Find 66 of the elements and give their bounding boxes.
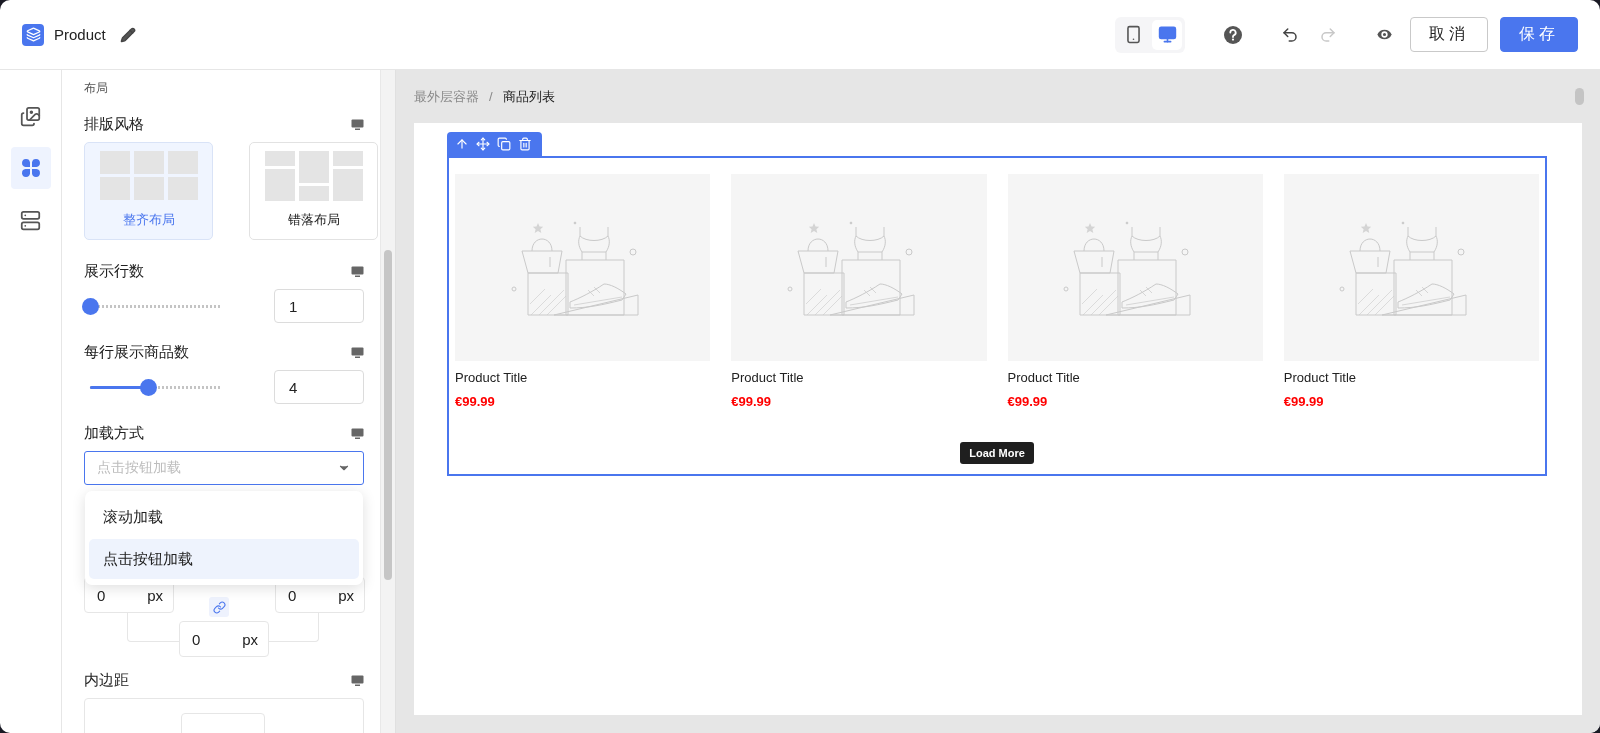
layout-option[interactable]: 错落布局 (249, 142, 378, 240)
copy-icon (497, 137, 511, 151)
masonry-layout-icon (264, 151, 363, 201)
copy-button[interactable] (497, 137, 511, 151)
logo-icon (22, 23, 44, 46)
field-label: 内边距 (84, 671, 129, 690)
product-price: €99.99 (455, 394, 496, 409)
monitor-icon (351, 346, 364, 359)
link-button[interactable] (209, 597, 229, 617)
monitor-icon (1157, 25, 1177, 44)
breadcrumb-separator: / (489, 89, 493, 104)
dropdown-option[interactable]: 滚动加载 (89, 497, 359, 537)
redo-icon (1319, 25, 1337, 44)
arrow-up-icon (455, 137, 469, 151)
unit-label: px (338, 586, 354, 604)
input-value: 0 (192, 630, 201, 648)
grid-layout-icon (99, 151, 198, 201)
input-value: 0 (97, 586, 106, 604)
delete-button[interactable] (518, 137, 532, 151)
monitor-icon (351, 674, 364, 687)
monitor-icon (351, 427, 364, 440)
monitor-icon (351, 118, 364, 131)
slider-thumb[interactable] (82, 297, 99, 315)
selected-component[interactable]: Product Title €99.99 Product Title €99.99 Product Title €99.99 Product Title €99.99 Load More (447, 156, 1547, 476)
section-title: 布局 (84, 80, 109, 97)
field-label: 排版风格 (84, 115, 144, 134)
number-input[interactable]: 4 (274, 370, 364, 404)
move-icon (476, 137, 490, 151)
scrollbar[interactable] (384, 250, 392, 580)
margin-input[interactable]: 0 px (179, 621, 269, 657)
unit-label: px (147, 586, 163, 604)
field-label: 加载方式 (84, 424, 144, 443)
cancel-button[interactable]: 取消 (1410, 17, 1488, 52)
slider-thumb[interactable] (140, 378, 158, 396)
list-icon (20, 209, 41, 231)
link-icon (212, 600, 226, 614)
layout-option[interactable]: 整齐布局 (84, 142, 213, 240)
product-price: €99.99 (1283, 394, 1325, 409)
scrollbar[interactable] (1575, 88, 1584, 105)
input-value: 0 (288, 586, 297, 604)
product-title: Product Title (455, 370, 529, 385)
page-title: Product (54, 26, 106, 43)
field-label: 每行展示商品数 (84, 343, 189, 362)
breadcrumb-item[interactable]: 商品列表 (502, 87, 555, 106)
images-icon (20, 105, 41, 127)
dropdown-option[interactable]: 点击按钮加载 (89, 539, 359, 579)
device-toggle[interactable] (1152, 19, 1182, 50)
pencil-icon (119, 26, 136, 43)
save-button[interactable]: 保存 (1500, 17, 1578, 52)
number-input[interactable]: 1 (274, 289, 364, 323)
product-price: €99.99 (731, 394, 772, 409)
monitor-icon (351, 265, 364, 278)
undo-icon (1281, 25, 1299, 44)
product-title: Product Title (1007, 370, 1081, 385)
drag-button[interactable] (476, 137, 490, 151)
unit-label: px (242, 630, 258, 648)
product-title: Product Title (731, 370, 805, 385)
product-title: Product Title (1283, 370, 1357, 385)
help-icon (1223, 24, 1243, 45)
four-petal-icon (20, 158, 41, 178)
product-price: €99.99 (1007, 394, 1049, 409)
field-label: 展示行数 (84, 262, 144, 281)
move-up-button[interactable] (455, 137, 469, 151)
sidebar-tab[interactable] (10, 147, 51, 189)
trash-icon (518, 137, 532, 151)
load-more-button[interactable]: Load More (960, 442, 1034, 464)
